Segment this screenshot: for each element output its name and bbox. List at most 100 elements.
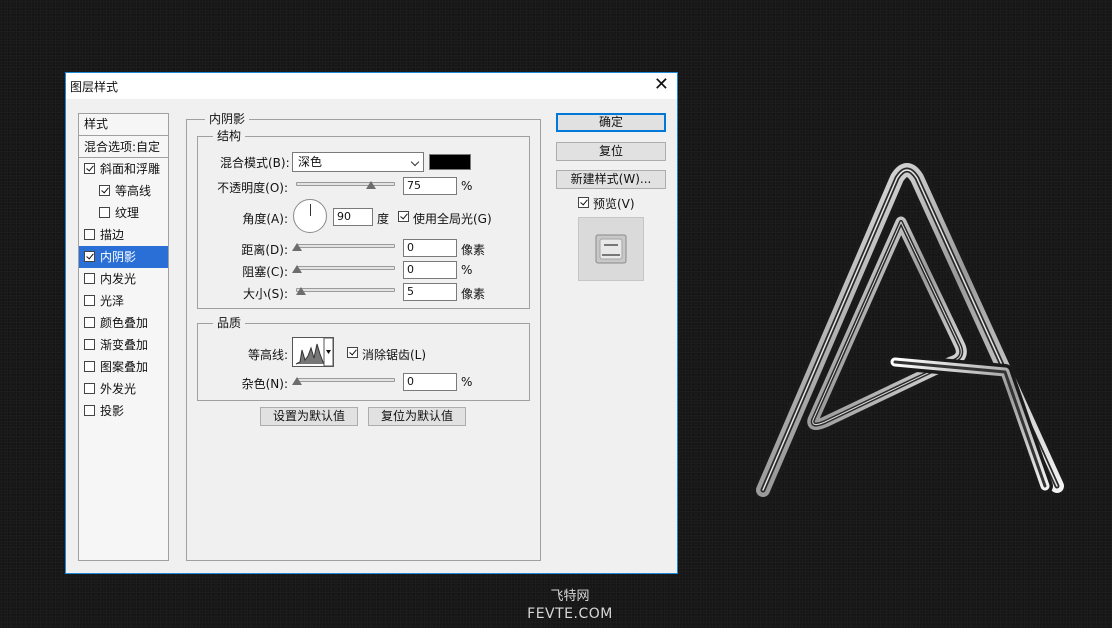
style-item[interactable]: 描边 xyxy=(79,224,168,246)
layer-style-dialog: 图层样式 ✕ 样式 混合选项:自定 斜面和浮雕 等高线 纹理 描边 内阴影 内发光 光泽 颜色… xyxy=(65,72,678,574)
noise-label: 杂色(N): xyxy=(241,377,288,391)
style-item[interactable]: 内阴影 xyxy=(79,246,168,268)
style-item-checkbox[interactable] xyxy=(84,251,95,262)
quality-title: 品质 xyxy=(213,316,246,330)
style-item-checkbox[interactable] xyxy=(84,361,95,372)
style-item[interactable]: 渐变叠加 xyxy=(79,334,168,356)
noise-slider-track[interactable] xyxy=(296,378,395,382)
chevron-down-icon xyxy=(410,157,420,167)
style-item-checkbox[interactable] xyxy=(99,207,110,218)
choke-input[interactable]: 0 xyxy=(403,261,457,279)
style-item-checkbox[interactable] xyxy=(84,383,95,394)
size-input[interactable]: 5 xyxy=(403,283,457,301)
style-item-label: 斜面和浮雕 xyxy=(100,162,161,176)
shadow-color-swatch[interactable] xyxy=(429,154,471,170)
blend-mode-value: 深色 xyxy=(298,155,323,169)
style-item-label: 渐变叠加 xyxy=(100,338,149,352)
style-item[interactable]: 纹理 xyxy=(79,202,168,224)
dialog-title: 图层样式 xyxy=(70,80,119,94)
style-item[interactable]: 颜色叠加 xyxy=(79,312,168,334)
style-preview-thumbnail xyxy=(578,217,644,281)
style-item[interactable]: 斜面和浮雕 xyxy=(79,158,168,180)
style-item[interactable]: 等高线 xyxy=(79,180,168,202)
noise-slider-thumb[interactable] xyxy=(292,377,302,385)
distance-label: 距离(D): xyxy=(241,243,288,257)
make-default-button[interactable]: 设置为默认值 xyxy=(260,407,358,426)
styles-list: 样式 混合选项:自定 斜面和浮雕等高线纹理描边内阴影内发光光泽颜色叠加渐变叠加图… xyxy=(78,113,169,561)
noise-input[interactable]: 0 xyxy=(403,373,457,391)
global-light-checkbox[interactable] xyxy=(398,211,409,222)
style-item-checkbox[interactable] xyxy=(84,163,95,174)
reset-button[interactable]: 复位 xyxy=(556,142,666,161)
size-label: 大小(S): xyxy=(242,287,288,301)
section-title: 内阴影 xyxy=(205,112,250,126)
anti-alias-checkbox[interactable] xyxy=(347,347,358,358)
angle-needle xyxy=(310,204,311,216)
angle-input[interactable]: 90 xyxy=(333,208,373,226)
blend-mode-label: 混合模式(B): xyxy=(220,156,290,170)
style-item-label: 颜色叠加 xyxy=(100,316,149,330)
blend-mode-select[interactable]: 深色 xyxy=(292,152,424,172)
dialog-titlebar: 图层样式 ✕ xyxy=(66,73,677,99)
style-items: 斜面和浮雕等高线纹理描边内阴影内发光光泽颜色叠加渐变叠加图案叠加外发光投影 xyxy=(79,158,168,422)
opacity-label: 不透明度(O): xyxy=(217,181,288,195)
style-item[interactable]: 图案叠加 xyxy=(79,356,168,378)
style-item-label: 等高线 xyxy=(115,184,152,198)
preview-label: 预览(V) xyxy=(593,197,635,211)
preview-swatch-icon xyxy=(595,234,627,264)
contour-picker[interactable] xyxy=(292,337,334,367)
choke-label: 阻塞(C): xyxy=(242,265,288,279)
style-item-checkbox[interactable] xyxy=(84,405,95,416)
structure-group: 结构 混合模式(B): 深色 不透明度(O): 75 % 角度(A): 90 度… xyxy=(197,129,530,309)
style-item-checkbox[interactable] xyxy=(84,273,95,284)
size-unit: 像素 xyxy=(461,287,486,301)
reset-default-button[interactable]: 复位为默认值 xyxy=(368,407,466,426)
contour-label: 等高线: xyxy=(247,348,288,362)
structure-title: 结构 xyxy=(213,129,246,143)
style-item-checkbox[interactable] xyxy=(99,185,110,196)
inner-shadow-panel: 内阴影 结构 混合模式(B): 深色 不透明度(O): 75 % 角度(A): … xyxy=(186,112,541,561)
ok-button[interactable]: 确定 xyxy=(556,113,666,132)
new-style-button[interactable]: 新建样式(W)... xyxy=(556,170,666,189)
style-item-checkbox[interactable] xyxy=(84,317,95,328)
style-item-checkbox[interactable] xyxy=(84,295,95,306)
distance-slider-thumb[interactable] xyxy=(292,243,302,251)
opacity-input[interactable]: 75 xyxy=(403,177,457,195)
blend-options-item[interactable]: 混合选项:自定 xyxy=(79,136,168,158)
opacity-unit: % xyxy=(461,179,473,193)
distance-input[interactable]: 0 xyxy=(403,239,457,257)
style-item-label: 纹理 xyxy=(115,206,140,220)
style-item[interactable]: 外发光 xyxy=(79,378,168,400)
close-icon[interactable]: ✕ xyxy=(654,75,669,95)
global-light-label: 使用全局光(G) xyxy=(413,212,492,226)
opacity-slider-track[interactable] xyxy=(296,182,395,186)
size-slider-track[interactable] xyxy=(296,288,395,292)
style-item-label: 内发光 xyxy=(100,272,137,286)
style-item-label: 图案叠加 xyxy=(100,360,149,374)
watermark-line1: 飞特网 xyxy=(550,589,590,604)
choke-slider-thumb[interactable] xyxy=(292,265,302,273)
style-item-label: 投影 xyxy=(100,404,125,418)
style-item-label: 描边 xyxy=(100,228,125,242)
angle-dial[interactable] xyxy=(293,199,327,233)
style-item-checkbox[interactable] xyxy=(84,229,95,240)
style-item-checkbox[interactable] xyxy=(84,339,95,350)
styles-header: 样式 xyxy=(79,114,168,136)
style-item[interactable]: 内发光 xyxy=(79,268,168,290)
style-item-label: 光泽 xyxy=(100,294,125,308)
contour-curve-icon xyxy=(295,337,334,367)
choke-unit: % xyxy=(461,263,473,277)
style-item-label: 内阴影 xyxy=(100,250,137,264)
style-item-label: 外发光 xyxy=(100,382,137,396)
size-slider-thumb[interactable] xyxy=(296,287,306,295)
chrome-letter-a-artwork xyxy=(745,150,1075,510)
preview-checkbox[interactable] xyxy=(578,197,589,208)
choke-slider-track[interactable] xyxy=(296,266,395,270)
anti-alias-label: 消除锯齿(L) xyxy=(362,348,427,362)
distance-unit: 像素 xyxy=(461,243,486,257)
style-item[interactable]: 光泽 xyxy=(79,290,168,312)
style-item[interactable]: 投影 xyxy=(79,400,168,422)
angle-unit: 度 xyxy=(377,212,390,226)
opacity-slider-thumb[interactable] xyxy=(366,181,376,189)
distance-slider-track[interactable] xyxy=(296,244,395,248)
